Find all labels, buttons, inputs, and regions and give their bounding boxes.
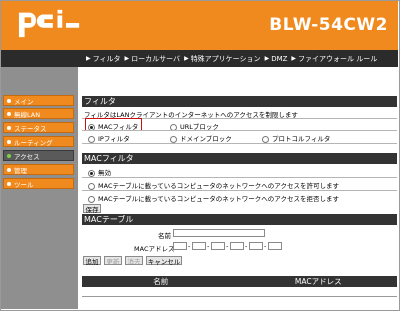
bullet-icon <box>7 111 11 116</box>
tab-arrow-icon: ▶ <box>291 55 297 62</box>
column-header-name: 名前 <box>153 277 169 286</box>
sidebar-item-label: ステータス <box>14 124 47 133</box>
separator: - <box>188 242 191 250</box>
sidebar-item-status[interactable]: ステータス <box>3 122 74 133</box>
tab-dmz[interactable]: ▶ DMZ <box>265 55 288 63</box>
sidebar-item-label: 管理 <box>14 166 27 175</box>
radio-label: プロトコルフィルタ <box>272 135 331 143</box>
tab-arrow-icon: ▶ <box>264 55 270 62</box>
radio-off-icon <box>170 135 177 143</box>
sidebar-item-label: 無線LAN <box>14 110 41 119</box>
save-button[interactable]: 保存 <box>83 204 101 214</box>
radio-label: MACテーブルに載っているコンピュータのネットワークへのアクセスを許可します <box>98 182 339 190</box>
divider <box>82 143 397 144</box>
tab-special-app[interactable]: ▶ 特殊アプリケーション <box>184 54 261 64</box>
separator: - <box>264 242 267 250</box>
radio-off-icon <box>262 135 269 143</box>
tab-label: ファイアウォール ルール <box>298 54 378 63</box>
separator: - <box>207 242 210 250</box>
bullet-icon <box>7 181 11 186</box>
separator: - <box>245 242 248 250</box>
sidebar-item-label: メイン <box>14 97 34 106</box>
tab-label: DMZ <box>271 54 288 63</box>
mac-octet-5-input[interactable] <box>249 242 263 250</box>
radio-protocol-filter[interactable]: プロトコルフィルタ <box>262 133 330 143</box>
divider <box>82 190 397 191</box>
header: BLW-54CW2 <box>1 1 398 55</box>
sidebar-item-management[interactable]: 管理 <box>3 164 74 175</box>
bullet-icon <box>7 125 11 130</box>
radio-label: IPフィルタ <box>98 135 130 143</box>
mac-octet-2-input[interactable] <box>192 242 206 250</box>
update-button[interactable]: 更新 <box>104 256 122 266</box>
mac-filter-section-title: MACフィルタ <box>82 153 397 164</box>
radio-off-icon <box>88 195 95 203</box>
sidebar-item-label: アクセス <box>14 152 40 161</box>
divider <box>82 296 397 297</box>
radio-domain-block[interactable]: ドメインブロック <box>170 133 232 143</box>
mac-octet-3-input[interactable] <box>211 242 225 250</box>
tab-firewall-rule[interactable]: ▶ ファイアウォール ルール <box>291 54 377 64</box>
radio-disabled[interactable]: 無効 <box>88 167 111 177</box>
brand-logo <box>18 9 80 38</box>
tab-label: ローカルサーバ <box>131 54 181 63</box>
bullet-icon <box>7 98 11 103</box>
sidebar-item-label: ルーティング <box>14 138 53 147</box>
sidebar-item-wireless-lan[interactable]: 無線LAN <box>3 108 74 119</box>
radio-label: ドメインブロック <box>180 135 232 143</box>
radio-deny-mac[interactable]: MACテーブルに載っているコンピュータのネットワークへのアクセスを拒否します <box>88 193 339 203</box>
mac-address-label: MACアドレス <box>134 245 175 253</box>
name-label: 名前 <box>158 232 171 240</box>
tab-arrow-icon: ▶ <box>184 55 189 62</box>
tab-local-server[interactable]: ▶ ローカルサーバ <box>125 54 181 64</box>
mac-octet-1-input[interactable] <box>173 242 187 250</box>
radio-label: 無効 <box>98 169 111 177</box>
cancel-button[interactable]: キャンセル <box>146 256 182 266</box>
tab-arrow-icon: ▶ <box>86 55 91 62</box>
sidebar-item-tools[interactable]: ツール <box>3 178 74 189</box>
model-name: BLW-54CW2 <box>269 15 388 35</box>
bullet-icon <box>7 167 11 172</box>
divider <box>82 177 397 178</box>
radio-ip-filter[interactable]: IPフィルタ <box>88 133 130 143</box>
radio-off-icon <box>88 135 95 143</box>
mac-octet-4-input[interactable] <box>230 242 244 250</box>
radio-label: MACテーブルに載っているコンピュータのネットワークへのアクセスを拒否します <box>98 195 339 203</box>
sidebar-item-main[interactable]: メイン <box>3 95 74 106</box>
top-tabs: ▶ フィルタ ▶ ローカルサーバ ▶ 特殊アプリケーション ▶ DMZ ▶ ファイアウォー… <box>86 50 377 67</box>
sidebar-item-routing[interactable]: ルーティング <box>3 136 74 147</box>
tab-label: フィルタ <box>92 54 121 63</box>
add-button[interactable]: 追加 <box>83 256 101 266</box>
separator: - <box>226 242 229 250</box>
bullet-icon <box>7 153 11 158</box>
tab-arrow-icon: ▶ <box>124 55 130 62</box>
name-input[interactable] <box>173 229 265 237</box>
mac-table-header: 名前 MACアドレス <box>82 276 397 287</box>
bullet-icon <box>7 139 11 144</box>
column-header-mac: MACアドレス <box>294 277 342 286</box>
radio-allow-mac[interactable]: MACテーブルに載っているコンピュータのネットワークへのアクセスを許可します <box>88 180 339 190</box>
mac-table-section-title: MACテーブル <box>82 214 397 225</box>
radio-on-icon <box>88 169 95 177</box>
tab-filter[interactable]: ▶ フィルタ <box>86 54 121 64</box>
delete-button[interactable]: 消去 <box>125 256 143 266</box>
divider <box>82 130 397 131</box>
sidebar-item-label: ツール <box>14 180 34 189</box>
mac-octet-6-input[interactable] <box>268 242 282 250</box>
tab-label: 特殊アプリケーション <box>190 54 261 63</box>
filter-section-title: フィルタ <box>82 96 397 107</box>
sidebar-item-access[interactable]: アクセス <box>3 150 74 161</box>
radio-off-icon <box>88 182 95 190</box>
